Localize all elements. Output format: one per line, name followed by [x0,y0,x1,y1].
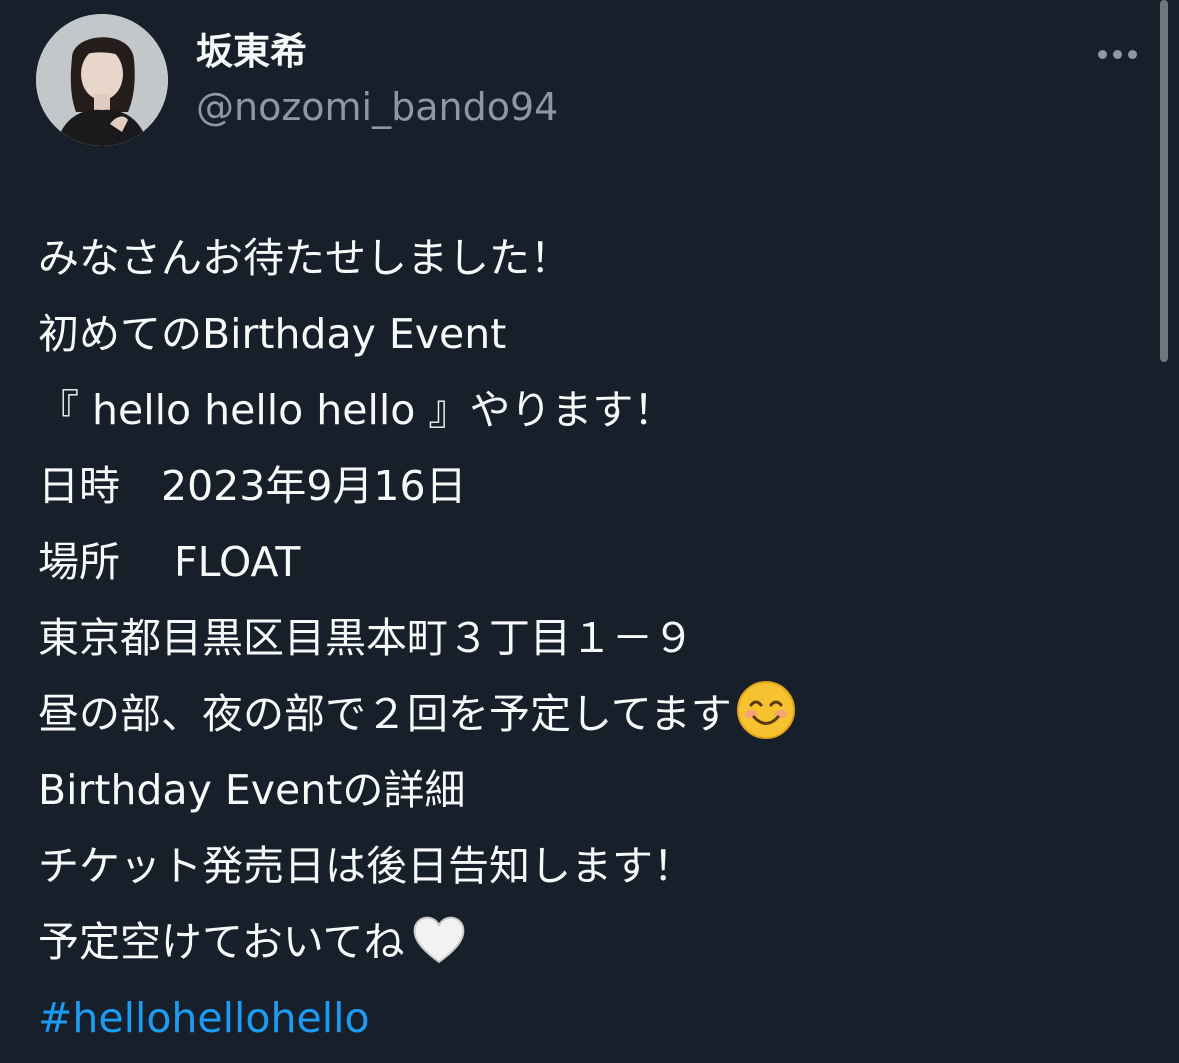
author-handle[interactable]: @nozomi_bando94 [196,84,558,130]
scrollbar[interactable] [1160,0,1168,362]
tweet-line: チケット発売日は後日告知します！ [38,842,694,890]
tweet-line: みなさんお待たせしました！ [38,234,571,282]
more-horizontal-icon [1097,49,1107,59]
author-display-name[interactable]: 坂東希 [196,30,307,74]
tweet-line: 日時 2023年9月16日 [38,462,467,510]
white-heart-emoji [413,916,464,964]
tweet-line: Birthday Eventの詳細 [38,766,466,814]
tweet-line: 場所 FLOAT [38,538,301,586]
tweet-line: 初めてのBirthday Event [38,310,507,358]
tweet-line-text: 予定空けておいてね [38,918,405,966]
tweet-card: 坂東希 @nozomi_bando94 みなさんお待たせしました！ 初めてのBi… [0,0,1179,1063]
more-horizontal-icon-dot [1127,49,1137,59]
tweet-text: みなさんお待たせしました！ 初めてのBirthday Event 『 hello… [38,220,1138,1056]
more-options-button[interactable] [1090,34,1144,74]
tweet-line: 『 hello hello hello 』やります！ [38,386,675,434]
tweet-line-with-emoji: 予定空けておいてね [38,904,1138,980]
tweet-line-with-emoji: 昼の部、夜の部で２回を予定してます [38,676,1138,752]
tweet-line: 東京都目黒区目黒本町３丁目１－９ [38,614,694,662]
avatar-image [36,14,168,146]
avatar[interactable] [36,14,168,146]
more-horizontal-icon-dot [1112,49,1122,59]
smiling-face-emoji [736,681,795,739]
tweet-line-text: 昼の部、夜の部で２回を予定してます [38,690,732,738]
hashtag-link[interactable]: #hellohellohello [38,980,1138,1056]
